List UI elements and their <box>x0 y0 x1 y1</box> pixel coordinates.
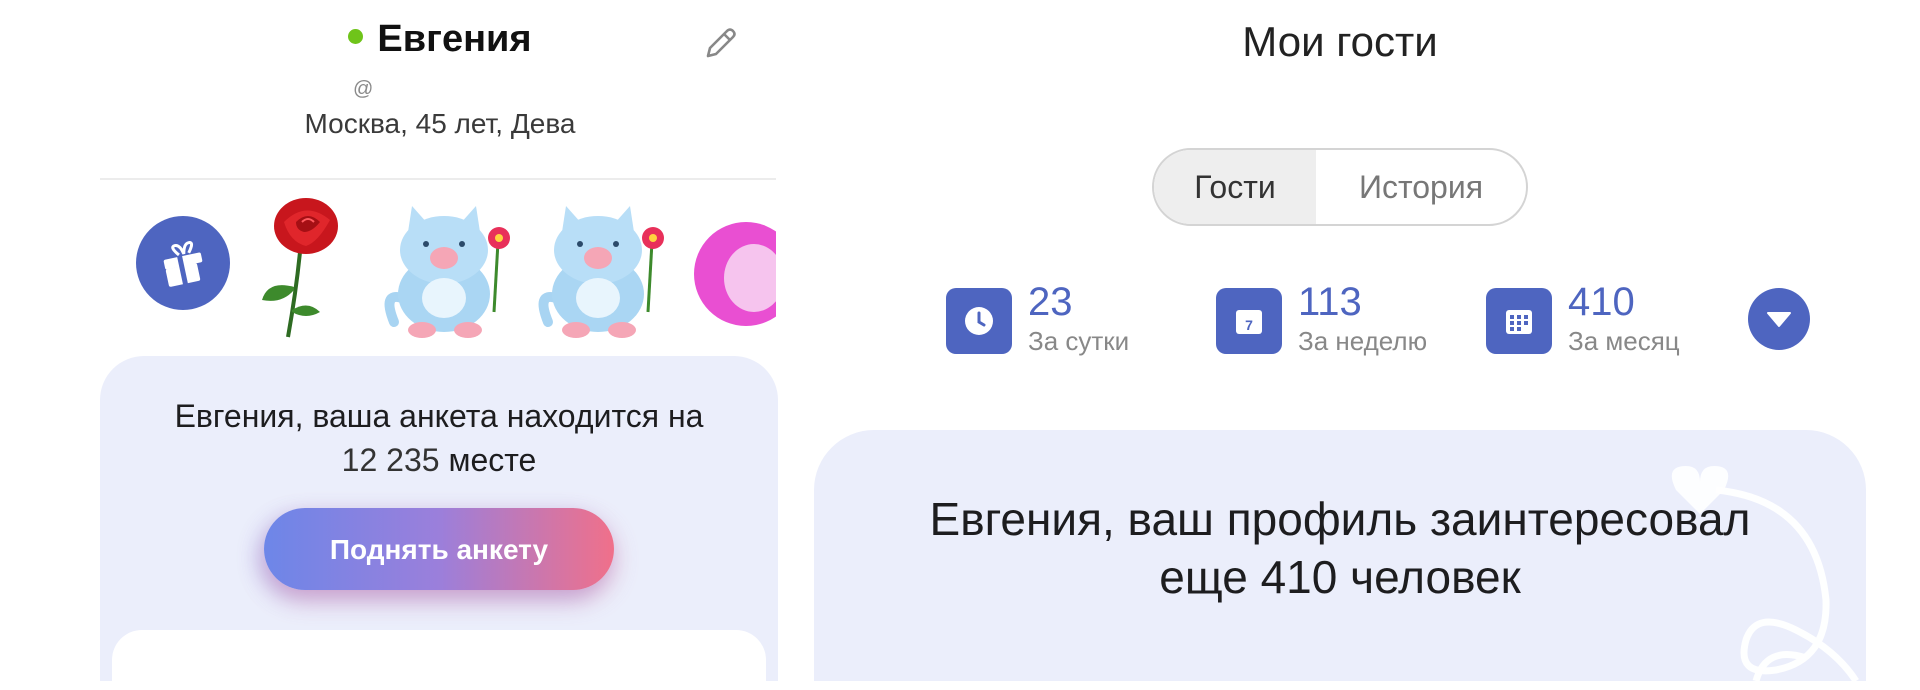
divider <box>100 178 776 180</box>
next-card-top <box>112 630 766 690</box>
online-status-icon <box>348 29 364 45</box>
gifts-row <box>100 192 776 342</box>
rank-position: 12 235 <box>341 442 440 478</box>
gift-icon <box>163 241 203 287</box>
interest-count-line: еще 410 человек <box>1159 551 1521 603</box>
rank-message: Евгения, ваша анкета находится на 12 235… <box>100 394 778 482</box>
profile-panel: Евгения @ Москва, 45 лет, Дева Евгения, … <box>0 0 800 690</box>
rank-suffix: месте <box>448 442 537 478</box>
rank-card: Евгения, ваша анкета находится на 12 235… <box>100 356 778 690</box>
edit-pencil-icon[interactable] <box>700 24 740 64</box>
guests-tab-switch: Гости История <box>1152 148 1528 226</box>
profile-header: Евгения <box>0 18 880 61</box>
calendar-grid-icon <box>1486 288 1552 354</box>
stat-month-label: За месяц <box>1568 326 1680 356</box>
calendar-7-icon: 7 <box>1216 288 1282 354</box>
stat-day-value: 23 <box>1028 280 1073 324</box>
profile-location: Москва, 45 лет, Дева <box>304 108 576 139</box>
profile-handle: @ <box>353 78 374 100</box>
send-gift-button[interactable] <box>136 216 230 310</box>
stat-day-label: За сутки <box>1028 326 1130 356</box>
chevron-down-icon <box>1767 312 1791 327</box>
page-title: Мои гости <box>1242 18 1438 65</box>
tab-guests[interactable]: Гости <box>1154 150 1316 224</box>
profile-name: Евгения <box>377 18 532 60</box>
stat-month-value: 410 <box>1568 280 1635 324</box>
svg-text:7: 7 <box>1245 317 1253 333</box>
tab-history[interactable]: История <box>1316 150 1526 224</box>
guests-panel: Мои гости Гости История 23 За сутки 7 11… <box>810 0 1920 681</box>
expand-stats-button[interactable] <box>1748 288 1810 350</box>
stat-week-label: За неделю <box>1298 326 1428 356</box>
rank-position-line: 12 235 месте <box>100 438 778 482</box>
interest-message: Евгения, ваш профиль заинтересовал еще 4… <box>814 490 1866 606</box>
rank-line: Евгения, ваша анкета находится на <box>174 398 704 434</box>
gift-blue-cat[interactable] <box>536 202 676 342</box>
gift-pink-plush[interactable] <box>690 218 776 333</box>
interest-line: Евгения, ваш профиль заинтересовал <box>929 493 1751 545</box>
interest-card: Евгения, ваш профиль заинтересовал еще 4… <box>814 430 1866 681</box>
clock-icon <box>946 288 1012 354</box>
gift-blue-cat[interactable] <box>382 202 522 342</box>
stat-week-value: 113 <box>1298 280 1362 324</box>
boost-profile-button[interactable]: Поднять анкету <box>264 508 614 590</box>
gift-rose[interactable] <box>248 192 358 342</box>
